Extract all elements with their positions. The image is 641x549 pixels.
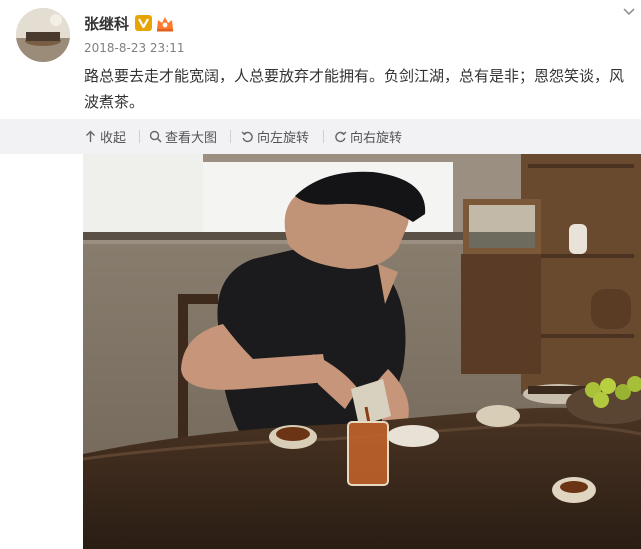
post-photo-image — [83, 154, 641, 549]
post-photo[interactable] — [83, 154, 641, 549]
divider — [139, 130, 140, 143]
post-timestamp[interactable]: 2018-8-23 23:11 — [84, 41, 185, 55]
collapse-label: 收起 — [100, 131, 127, 146]
image-toolbar: 收起 查看大图 向左旋转 向右旋转 — [0, 119, 641, 154]
view-large-label: 查看大图 — [165, 131, 218, 146]
weibo-post: 张继科 2018-8-23 23:11 路总要去走才能宽阔，人总要放弃才能拥有。… — [0, 0, 641, 549]
name-row: 张继科 — [84, 13, 175, 33]
rotate-right-button[interactable]: 向右旋转 — [334, 119, 402, 154]
username[interactable]: 张继科 — [84, 13, 129, 34]
collapse-button[interactable]: 收起 — [84, 119, 126, 154]
rotate-right-icon — [335, 131, 347, 143]
chevron-down-icon[interactable] — [623, 8, 635, 16]
arrow-up-icon — [86, 130, 95, 142]
member-crown-icon[interactable] — [155, 14, 175, 32]
post-text: 路总要去走才能宽阔，人总要放弃才能拥有。负剑江湖，总有是非；恩怨笑谈，风波煮茶。 — [84, 67, 625, 111]
rotate-right-label: 向右旋转 — [350, 131, 403, 146]
avatar[interactable] — [16, 8, 70, 62]
rotate-left-button[interactable]: 向左旋转 — [241, 119, 309, 154]
divider — [230, 130, 231, 143]
divider — [323, 130, 324, 143]
view-large-button[interactable]: 查看大图 — [149, 119, 217, 154]
verified-v-icon — [135, 15, 153, 31]
rotate-left-label: 向左旋转 — [257, 131, 310, 146]
rotate-left-icon — [241, 131, 253, 143]
magnifier-icon — [149, 130, 162, 143]
